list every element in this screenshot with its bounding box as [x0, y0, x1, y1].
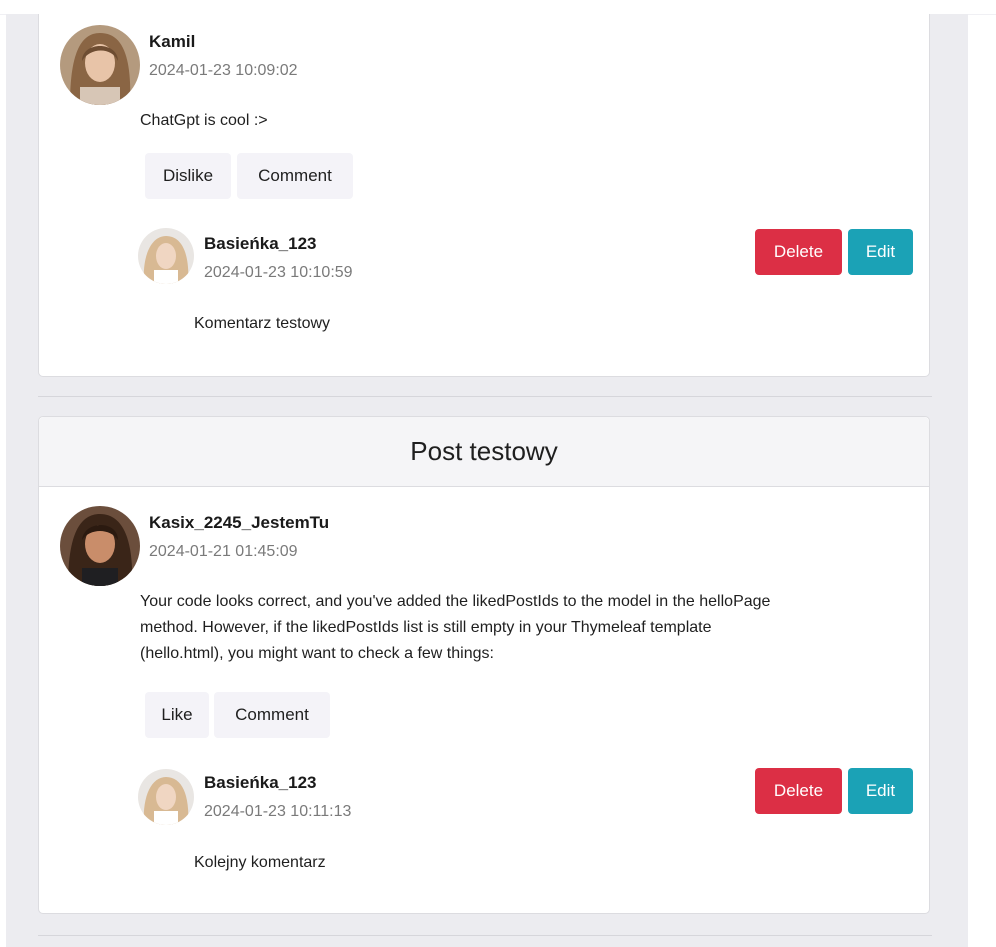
post-author[interactable]: Kasix_2245_JestemTu	[149, 513, 329, 533]
post-content-line: method. However, if the likedPostIds lis…	[140, 619, 712, 636]
delete-comment-button[interactable]: Delete	[755, 768, 842, 814]
author-avatar[interactable]	[60, 506, 140, 586]
comment-button[interactable]: Comment	[214, 692, 330, 738]
like-button[interactable]: Like	[145, 692, 209, 738]
feed: Kamil 2024-01-23 10:09:02 ChatGpt is coo…	[6, 14, 968, 947]
comment-content: Komentarz testowy	[194, 315, 331, 332]
post-date: 2024-01-23 10:09:02	[149, 62, 298, 79]
edit-comment-button[interactable]: Edit	[848, 229, 913, 275]
commenter-avatar[interactable]	[138, 769, 194, 825]
post-content-line: Your code looks correct, and you've adde…	[140, 593, 771, 610]
edit-comment-button[interactable]: Edit	[848, 768, 913, 814]
comment-date: 2024-01-23 10:11:13	[204, 803, 352, 820]
post-separator	[38, 935, 932, 936]
post-card: Post testowy Kasix_2245_JestemTu 2024-01…	[38, 416, 930, 914]
post-content-line: (hello.html), you might want to check a …	[140, 645, 494, 662]
top-bar	[0, 0, 996, 15]
delete-comment-button[interactable]: Delete	[755, 229, 842, 275]
post-date: 2024-01-21 01:45:09	[149, 543, 298, 560]
post-title: Post testowy	[39, 417, 929, 487]
post-content: ChatGpt is cool :>	[140, 112, 268, 129]
author-avatar[interactable]	[60, 25, 140, 105]
comment-content: Kolejny komentarz	[194, 854, 326, 871]
comment-author[interactable]: Basieńka_123	[204, 773, 316, 793]
comment-author[interactable]: Basieńka_123	[204, 234, 316, 254]
comment-button[interactable]: Comment	[237, 153, 353, 199]
dislike-button[interactable]: Dislike	[145, 153, 231, 199]
post-author[interactable]: Kamil	[149, 32, 195, 52]
comment-date: 2024-01-23 10:10:59	[204, 264, 353, 281]
commenter-avatar[interactable]	[138, 228, 194, 284]
post-title-text: Post testowy	[410, 436, 558, 466]
post-separator	[38, 396, 932, 397]
post-content: Your code looks correct, and you've adde…	[140, 589, 920, 667]
post-card: Kamil 2024-01-23 10:09:02 ChatGpt is coo…	[38, 14, 930, 377]
